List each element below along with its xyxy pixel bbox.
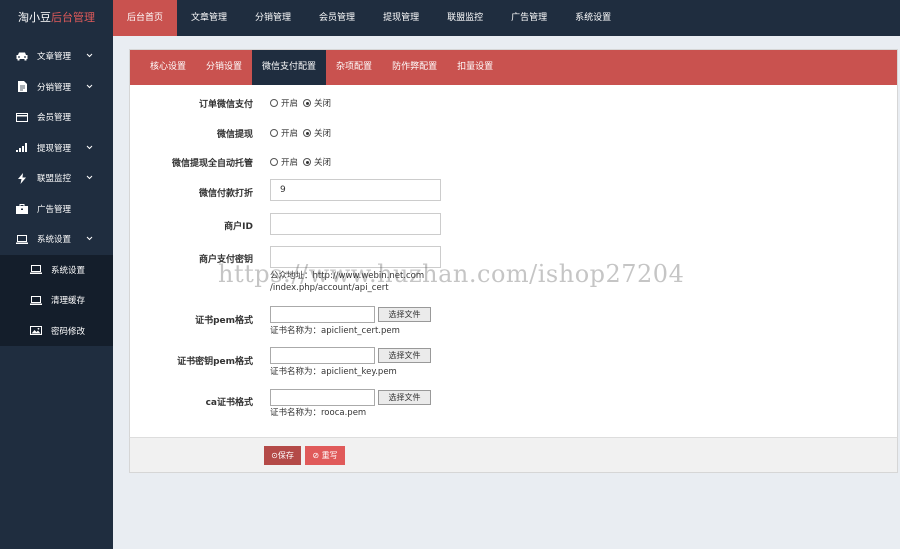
order-wx-pay-off-radio[interactable] xyxy=(303,99,312,107)
sidebar-item-label: 广告管理 xyxy=(37,204,72,215)
sidebar-item-distribution[interactable]: 分销管理 xyxy=(0,72,113,103)
topnav-item-articles[interactable]: 文章管理 xyxy=(177,0,241,36)
topnav-item-home[interactable]: 后台首页 xyxy=(113,0,178,36)
cert-pem-choose-button[interactable]: 选择文件 xyxy=(378,307,431,322)
merchant-key-input[interactable] xyxy=(270,246,441,268)
tab-misc[interactable]: 杂项配置 xyxy=(326,50,382,85)
wx-withdraw-label: 微信提现 xyxy=(216,130,253,140)
top-bar: 淘小豆后台管理 后台首页 文章管理 分销管理 会员管理 提现管理 联盟监控 广告… xyxy=(0,0,900,36)
radio-label: 开启 xyxy=(281,99,299,109)
key-pem-file-input[interactable] xyxy=(270,347,375,364)
sidebar-subitem-clear-cache[interactable]: 清理缓存 xyxy=(0,285,113,316)
topnav-item-withdraw[interactable]: 提现管理 xyxy=(369,0,433,36)
radio-label: 开启 xyxy=(281,129,299,139)
save-button[interactable]: ⊙保存 xyxy=(264,446,301,465)
ca-cert-file-input[interactable] xyxy=(270,389,375,406)
brand-logo[interactable]: 淘小豆后台管理 xyxy=(0,0,113,36)
sidebar: 文章管理 分销管理 会员管理 提现管理 联盟监控 广告管理 系统设置 系统设置 … xyxy=(0,36,113,549)
ca-cert-note: 证书名称为：rooca.pem xyxy=(270,408,367,418)
key-pem-label: 证书密钥pem格式 xyxy=(177,357,253,367)
wx-withdraw-on-radio[interactable] xyxy=(270,129,278,137)
ca-cert-choose-button[interactable]: 选择文件 xyxy=(378,390,431,405)
wx-withdraw-auto-label: 微信提现全自动托管 xyxy=(171,159,253,169)
chevron-down-icon xyxy=(86,235,93,245)
topnav-item-union[interactable]: 联盟监控 xyxy=(433,0,497,36)
sidebar-item-label: 分销管理 xyxy=(37,82,72,93)
reset-button[interactable]: ⊘ 重写 xyxy=(305,446,345,465)
sidebar-item-label: 提现管理 xyxy=(37,143,72,154)
bolt-icon xyxy=(16,172,28,184)
top-nav: 后台首页 文章管理 分销管理 会员管理 提现管理 联盟监控 广告管理 系统设置 xyxy=(113,0,625,36)
chevron-down-icon xyxy=(86,83,93,93)
merchant-id-input[interactable] xyxy=(270,213,441,235)
order-wx-pay-radios: 开启 关闭 xyxy=(270,97,336,109)
tab-wechat-pay[interactable]: 微信支付配置 xyxy=(252,50,327,85)
radio-label: 关闭 xyxy=(314,158,332,168)
radio-label: 关闭 xyxy=(314,99,332,109)
wx-discount-input[interactable]: 9 xyxy=(270,179,441,201)
card-icon xyxy=(16,112,28,122)
topnav-item-distribution[interactable]: 分销管理 xyxy=(241,0,305,36)
laptop-icon xyxy=(30,265,42,275)
tab-deduction[interactable]: 扣量设置 xyxy=(447,50,503,85)
sidebar-item-label: 会员管理 xyxy=(37,113,72,124)
sidebar-item-settings[interactable]: 系统设置 xyxy=(0,224,113,255)
settings-tabs: 核心设置 分销设置 微信支付配置 杂项配置 防作弊配置 扣量设置 xyxy=(130,50,897,85)
radio-label: 开启 xyxy=(281,158,299,168)
radio-label: 关闭 xyxy=(314,129,332,139)
wx-discount-label: 微信付款打折 xyxy=(198,189,253,199)
sidebar-item-articles[interactable]: 文章管理 xyxy=(0,41,113,72)
cert-pem-note: 证书名称为：apiclient_cert.pem xyxy=(270,326,400,336)
cert-pem-label: 证书pem格式 xyxy=(195,316,253,326)
sidebar-subitem-label: 清理缓存 xyxy=(51,296,86,307)
topnav-item-ads[interactable]: 广告管理 xyxy=(497,0,561,36)
chevron-down-icon xyxy=(86,52,93,62)
sidebar-item-label: 系统设置 xyxy=(37,235,72,246)
tab-distribution-settings[interactable]: 分销设置 xyxy=(196,50,252,85)
hint-line: 公众地址：http://www.webin.net.com xyxy=(270,271,425,281)
tab-anti-cheat[interactable]: 防作弊配置 xyxy=(382,50,447,85)
merchant-key-label: 商户支付密钥 xyxy=(198,255,253,265)
key-pem-note: 证书名称为：apiclient_key.pem xyxy=(270,367,397,377)
wx-withdraw-auto-off-radio[interactable] xyxy=(303,158,312,166)
sidebar-subitem-password[interactable]: 密码修改 xyxy=(0,316,113,347)
sidebar-subitem-label: 系统设置 xyxy=(51,265,86,276)
sidebar-subitem-label: 密码修改 xyxy=(51,326,86,337)
chevron-down-icon xyxy=(86,144,93,154)
laptop-icon xyxy=(16,234,28,244)
order-wx-pay-on-radio[interactable] xyxy=(270,99,278,107)
wx-withdraw-auto-radios: 开启 关闭 xyxy=(270,156,336,168)
sidebar-item-ads[interactable]: 广告管理 xyxy=(0,194,113,225)
sidebar-item-members[interactable]: 会员管理 xyxy=(0,102,113,133)
signal-icon xyxy=(16,143,28,153)
wx-withdraw-radios: 开启 关闭 xyxy=(270,127,336,139)
cert-pem-file-input[interactable] xyxy=(270,306,375,323)
sidebar-item-label: 联盟监控 xyxy=(37,174,72,185)
wx-withdraw-off-radio[interactable] xyxy=(303,129,312,137)
merchant-id-label: 商户ID xyxy=(224,222,253,232)
merchant-key-hint: 公众地址：http://www.webin.net.com /index.php… xyxy=(270,270,424,294)
sidebar-submenu-settings: 系统设置 清理缓存 密码修改 xyxy=(0,254,113,347)
sidebar-item-union[interactable]: 联盟监控 xyxy=(0,163,113,194)
hint-line: /index.php/account/api_cert xyxy=(270,283,389,293)
form-footer xyxy=(129,437,898,473)
sidebar-item-label: 文章管理 xyxy=(37,52,72,63)
wx-withdraw-auto-on-radio[interactable] xyxy=(270,158,278,166)
order-wx-pay-label: 订单微信支付 xyxy=(198,100,253,110)
sidebar-item-withdraw[interactable]: 提现管理 xyxy=(0,133,113,164)
tab-core-settings[interactable]: 核心设置 xyxy=(140,50,196,85)
brand-accent: 后台管理 xyxy=(51,11,95,24)
key-pem-choose-button[interactable]: 选择文件 xyxy=(378,348,431,363)
laptop-icon xyxy=(30,295,42,305)
topnav-item-settings[interactable]: 系统设置 xyxy=(561,0,625,36)
brand-main: 淘小豆 xyxy=(18,11,51,24)
topnav-item-members[interactable]: 会员管理 xyxy=(305,0,369,36)
briefcase-icon xyxy=(16,203,28,214)
file-icon xyxy=(16,81,28,93)
car-icon xyxy=(16,51,28,61)
sidebar-subitem-system-settings[interactable]: 系统设置 xyxy=(0,255,113,286)
chevron-down-icon xyxy=(86,174,93,184)
image-icon xyxy=(30,326,42,336)
ca-cert-label: ca证书格式 xyxy=(205,398,253,408)
